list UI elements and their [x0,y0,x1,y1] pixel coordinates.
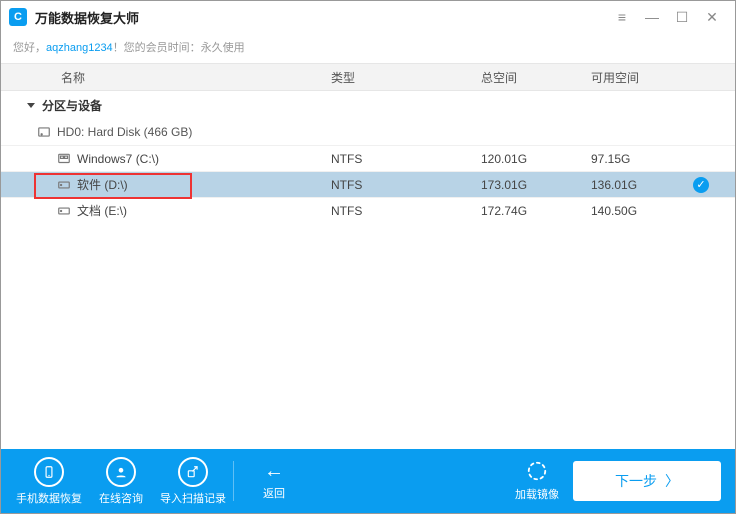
volume-row-d[interactable]: 软件 (D:\) NTFS 173.01G 136.01G ✓ [1,171,735,197]
chevron-down-icon [27,103,35,108]
close-button[interactable]: ✕ [697,6,727,28]
volume-row-c[interactable]: Windows7 (C:\) NTFS 120.01G 97.15G [1,145,735,171]
separator [233,461,234,501]
volume-type: NTFS [331,152,481,166]
minimize-button[interactable]: — [637,6,667,28]
volume-free: 97.15G [591,152,681,166]
app-logo: C [9,8,27,26]
volume-row-e[interactable]: 文档 (E:\) NTFS 172.74G 140.50G [1,197,735,223]
volume-name: Windows7 (C:\) [77,152,159,166]
volume-tree: 分区与设备 HD0: Hard Disk (466 GB) Windows7 (… [1,91,735,449]
menu-button[interactable]: ≡ [607,6,637,28]
greeting-suffix: ！您的会员时间：永久使用 [113,42,245,54]
person-icon [106,457,136,487]
check-icon: ✓ [693,177,709,193]
phone-recovery-button[interactable]: 手机数据恢复 [13,449,85,513]
title-bar: C 万能数据恢复大师 ≡ — ☐ ✕ [1,1,735,33]
volume-total: 120.01G [481,152,591,166]
volume-name: 文档 (E:\) [77,202,127,219]
drive-icon [57,178,71,192]
next-button[interactable]: 下一步 〉 [573,461,721,501]
col-header-type: 类型 [331,69,481,86]
section-partitions[interactable]: 分区与设备 [1,91,735,119]
volume-name: 软件 (D:\) [77,176,128,193]
section-title: 分区与设备 [42,97,102,114]
maximize-button[interactable]: ☐ [667,6,697,28]
bottom-bar: 手机数据恢复 在线咨询 导入扫描记录 ← 返回 加载镜像 下一步 〉 [1,449,735,513]
disk-label: HD0: Hard Disk (466 GB) [57,125,192,139]
window-controls: ≡ — ☐ ✕ [607,6,727,28]
volume-type: NTFS [331,178,481,192]
greeting-bar: 您好，aqzhang1234！您的会员时间：永久使用 [1,33,735,63]
chevron-right-icon: 〉 [665,471,679,491]
disk-row[interactable]: HD0: Hard Disk (466 GB) [1,119,735,145]
import-icon [178,457,208,487]
next-label: 下一步 [615,471,657,491]
col-header-free: 可用空间 [591,69,681,86]
back-label: 返回 [263,485,285,501]
phone-recovery-label: 手机数据恢复 [16,490,82,506]
col-header-name: 名称 [1,69,331,86]
greeting-prefix: 您好， [13,42,46,54]
import-scan-label: 导入扫描记录 [160,490,226,506]
load-image-label: 加载镜像 [515,486,559,502]
back-button[interactable]: ← 返回 [238,449,310,513]
drive-icon [57,204,71,218]
load-image-button[interactable]: 加载镜像 [501,449,573,513]
volume-type: NTFS [331,204,481,218]
arrow-left-icon: ← [264,461,284,481]
col-header-total: 总空间 [481,69,591,86]
volume-free: 140.50G [591,204,681,218]
online-chat-button[interactable]: 在线咨询 [85,449,157,513]
table-header: 名称 类型 总空间 可用空间 [1,63,735,91]
greeting-user: aqzhang1234 [46,42,113,54]
hard-disk-icon [37,125,51,139]
phone-icon [34,457,64,487]
volume-free: 136.01G [591,178,681,192]
loading-icon [526,460,548,482]
import-scan-button[interactable]: 导入扫描记录 [157,449,229,513]
volume-total: 172.74G [481,204,591,218]
app-logo-letter: C [14,11,22,23]
volume-total: 173.01G [481,178,591,192]
window-title: 万能数据恢复大师 [35,8,139,27]
os-drive-icon [57,152,71,166]
online-chat-label: 在线咨询 [99,490,143,506]
